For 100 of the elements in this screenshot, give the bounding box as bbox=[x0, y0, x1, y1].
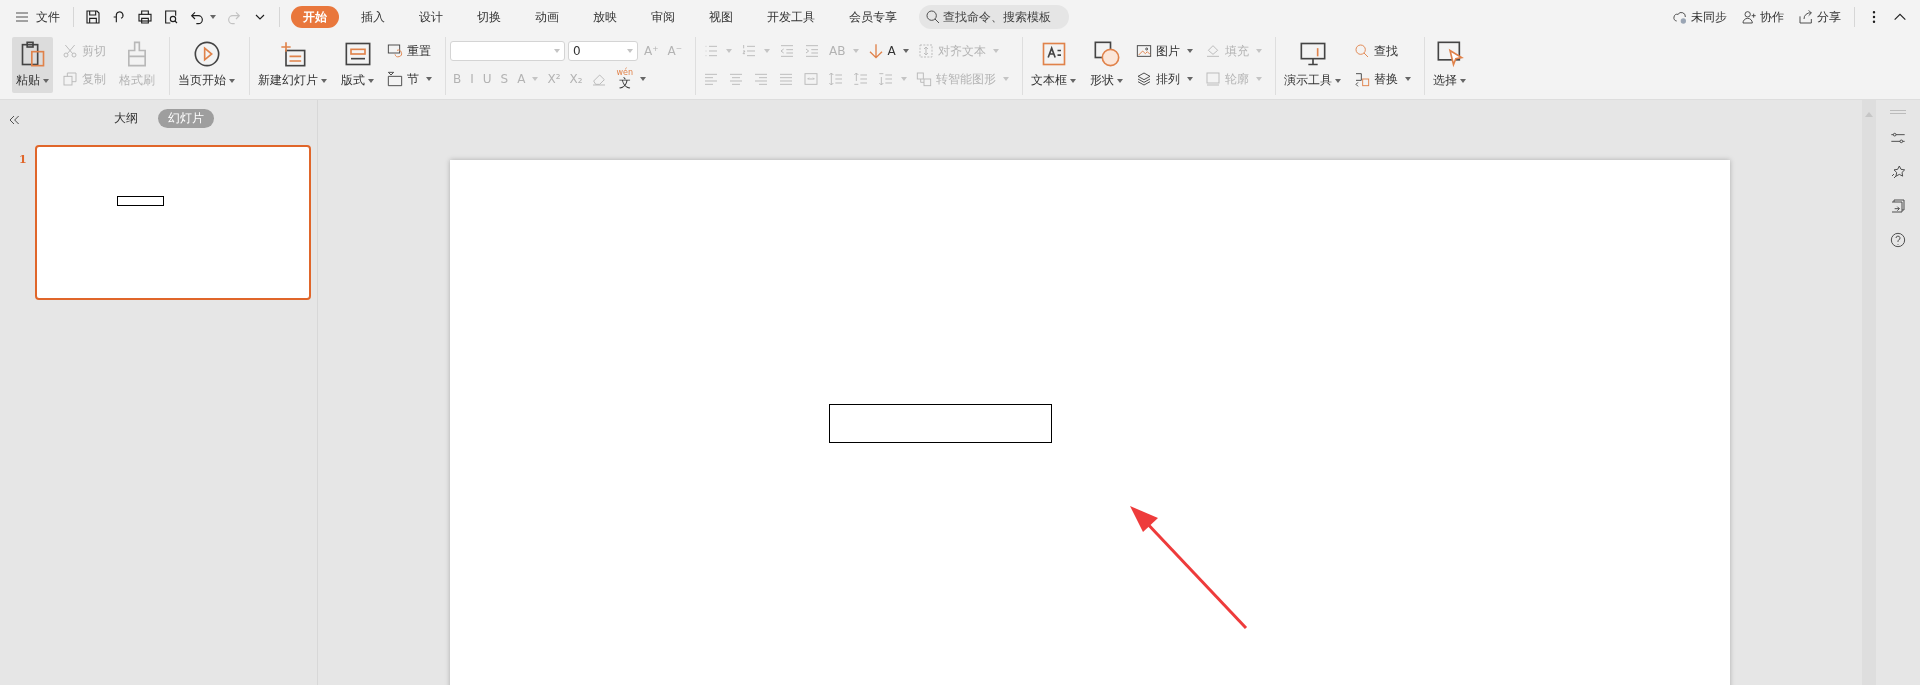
ribbon-button[interactable]: 文本框 bbox=[1027, 37, 1081, 93]
ribbon-tab[interactable]: 开发工具 bbox=[755, 6, 827, 28]
align-right-icon bbox=[753, 71, 770, 87]
caret-icon bbox=[992, 49, 999, 53]
ribbon-button[interactable]: 演示工具 bbox=[1280, 37, 1346, 93]
ribbon-button[interactable]: wén 文 bbox=[613, 67, 650, 91]
play-icon bbox=[192, 40, 221, 68]
layout-icon bbox=[343, 40, 372, 68]
ribbon-tab[interactable]: 切换 bbox=[465, 6, 513, 28]
caret-icon bbox=[726, 49, 733, 53]
ribbon-button[interactable]: 节 bbox=[384, 67, 435, 91]
numbered-list-icon bbox=[741, 43, 758, 59]
caret-icon bbox=[901, 77, 908, 81]
ribbon-button[interactable]: 排列 bbox=[1133, 67, 1197, 91]
caret-icon bbox=[43, 78, 49, 83]
ribbon-button[interactable]: 选择 bbox=[1429, 37, 1471, 93]
caret-icon bbox=[627, 49, 633, 53]
picture-icon bbox=[1136, 43, 1153, 59]
ribbon-button[interactable]: 当页开始 bbox=[174, 37, 239, 93]
ribbon-tab[interactable]: 动画 bbox=[523, 6, 571, 28]
scrollbar[interactable] bbox=[1862, 100, 1876, 685]
ribbon-button[interactable]: 形状 bbox=[1086, 37, 1128, 93]
indent-icon bbox=[804, 43, 821, 59]
text-box-shape bbox=[116, 196, 164, 206]
justify-icon bbox=[778, 71, 795, 87]
caret-icon bbox=[1070, 78, 1077, 83]
caret-icon bbox=[321, 78, 327, 83]
caret-icon bbox=[764, 49, 771, 53]
fill-icon bbox=[1205, 43, 1222, 59]
ribbon-tab[interactable]: 设计 bbox=[407, 6, 455, 28]
ribbon-button[interactable]: 替换 bbox=[1351, 67, 1415, 91]
sort-arrow-icon bbox=[867, 43, 884, 59]
text-box-shape[interactable] bbox=[829, 404, 1052, 443]
ribbon-button[interactable]: 图片 bbox=[1133, 39, 1197, 63]
caret-icon bbox=[1187, 49, 1194, 53]
redo-icon bbox=[226, 9, 242, 25]
caret-icon bbox=[210, 15, 216, 19]
search-field[interactable]: 查找命令、搜索模板 bbox=[919, 5, 1069, 29]
caret-icon bbox=[532, 77, 539, 81]
ribbon-button[interactable]: A bbox=[864, 39, 912, 63]
ribbon-tab[interactable]: 放映 bbox=[581, 6, 629, 28]
screen-share-icon bbox=[1890, 198, 1906, 214]
ribbon-tab[interactable]: 插入 bbox=[349, 6, 397, 28]
smartart-icon bbox=[916, 71, 933, 87]
search-icon bbox=[1354, 43, 1371, 59]
ribbon-tab[interactable]: 会员专享 bbox=[837, 6, 909, 28]
caret-icon bbox=[1187, 77, 1194, 81]
sidebar-button[interactable] bbox=[1888, 230, 1908, 250]
ribbon-tab[interactable]: 审阅 bbox=[639, 6, 687, 28]
eraser-icon bbox=[591, 71, 608, 87]
caret-icon bbox=[229, 78, 235, 83]
save-icon bbox=[85, 9, 101, 25]
reset-icon bbox=[387, 43, 403, 59]
ribbon-tab[interactable]: 视图 bbox=[697, 6, 745, 28]
caret-icon bbox=[1256, 77, 1263, 81]
ribbon-button[interactable]: 粘贴 bbox=[12, 37, 53, 93]
caret-icon bbox=[1335, 78, 1342, 83]
replace-icon bbox=[1354, 71, 1371, 87]
sliders-icon bbox=[1890, 130, 1906, 146]
ribbon-button[interactable]: 查找 bbox=[1351, 39, 1415, 63]
print-icon bbox=[137, 9, 153, 25]
star-icon bbox=[1890, 164, 1906, 180]
panel-tab[interactable]: 大纲 bbox=[103, 108, 148, 128]
layers-icon bbox=[1136, 71, 1153, 87]
dropdown-field[interactable]: 0 bbox=[568, 41, 638, 61]
slide-add-icon bbox=[278, 40, 307, 68]
ribbon-button[interactable]: 新建幻灯片 bbox=[254, 37, 331, 93]
font-size-value: 0 bbox=[573, 44, 581, 58]
scissors-icon bbox=[62, 43, 78, 59]
toolbar-action[interactable]: 未同步 bbox=[1672, 8, 1727, 26]
caret-icon bbox=[640, 77, 647, 81]
scroll-up-icon bbox=[1865, 112, 1873, 117]
slide-number: 1 bbox=[19, 152, 27, 168]
search-plain-icon bbox=[925, 9, 941, 25]
select-icon bbox=[1435, 40, 1464, 68]
search-input[interactable]: 查找命令、搜索模板 bbox=[943, 10, 1061, 24]
slide-thumbnail[interactable] bbox=[34, 145, 311, 300]
section-icon bbox=[387, 71, 403, 87]
toolbar-action[interactable]: 协作 bbox=[1741, 8, 1784, 26]
spacing-before-icon bbox=[853, 71, 870, 87]
align-text-icon bbox=[917, 43, 934, 59]
ribbon-button[interactable]: 版式 bbox=[337, 37, 378, 93]
caret-icon bbox=[1003, 77, 1010, 81]
handle-icon[interactable] bbox=[1890, 110, 1906, 114]
shape-icon bbox=[1092, 40, 1121, 68]
undo-icon bbox=[189, 9, 205, 25]
distribute-icon bbox=[803, 71, 820, 87]
caret-icon bbox=[554, 49, 560, 53]
caret-icon bbox=[368, 78, 374, 83]
share-icon bbox=[1798, 9, 1814, 25]
presenter-icon bbox=[1298, 40, 1327, 68]
outdent-icon bbox=[779, 43, 796, 59]
ribbon-button[interactable]: 重置 bbox=[384, 39, 435, 63]
caret-icon bbox=[902, 49, 909, 53]
outline-icon bbox=[1205, 71, 1222, 87]
hook-icon bbox=[111, 9, 127, 25]
toolbar-action[interactable]: 分享 bbox=[1798, 8, 1841, 26]
file-menu[interactable]: 文件 bbox=[8, 4, 66, 30]
caret-icon bbox=[1256, 49, 1263, 53]
menu-icon bbox=[14, 9, 30, 25]
